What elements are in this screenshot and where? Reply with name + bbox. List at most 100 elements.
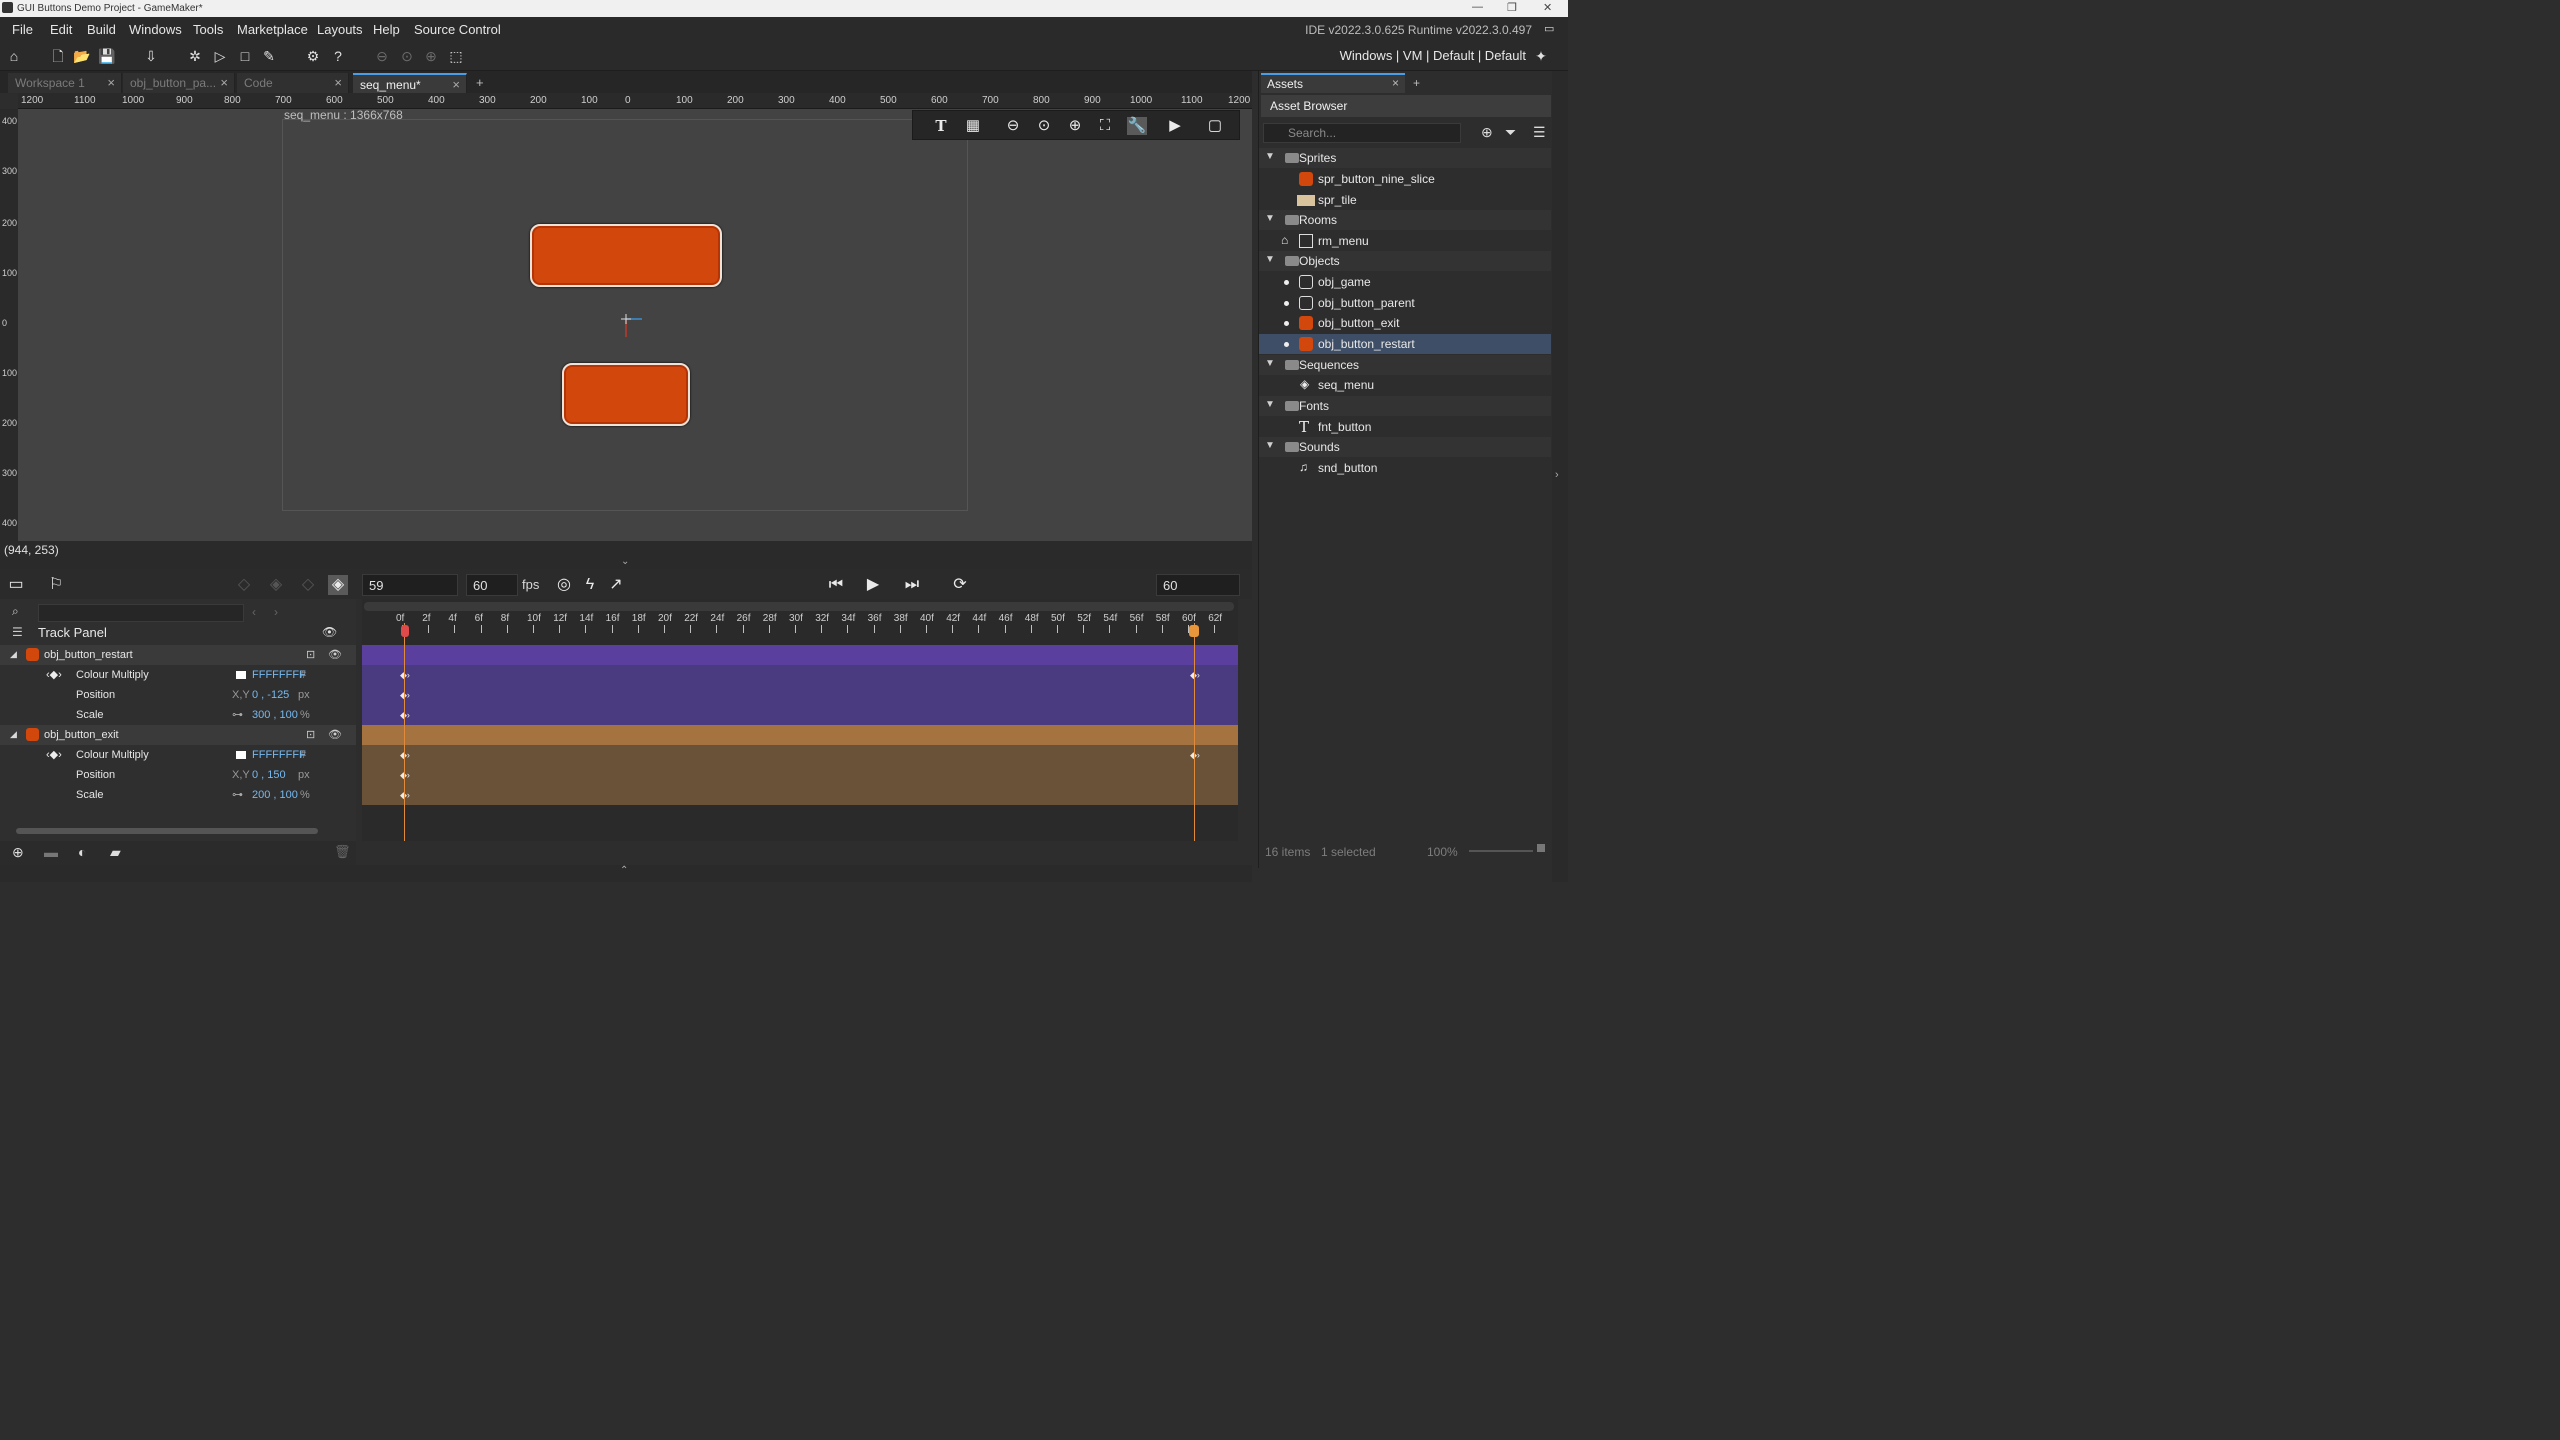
collapse-arrow-icon[interactable]: ▼: [1265, 358, 1275, 369]
asset-seq-menu[interactable]: ◈ seq_menu: [1259, 375, 1551, 395]
start-marker[interactable]: [404, 623, 405, 841]
add-track-icon[interactable]: ⊕: [12, 844, 24, 861]
close-window-icon[interactable]: ✕: [1543, 1, 1552, 14]
playhead-handle[interactable]: [1189, 625, 1199, 637]
group-sequences[interactable]: ▼ Sequences: [1259, 355, 1551, 375]
package-icon[interactable]: ⇩: [142, 47, 160, 65]
frame-toggle-icon[interactable]: ▢: [1205, 117, 1225, 135]
add-key-icon[interactable]: ◈: [266, 575, 286, 595]
start-marker-handle[interactable]: [401, 625, 409, 637]
settings-icon[interactable]: ⚙: [304, 47, 322, 65]
track-bar-restart[interactable]: [362, 645, 1238, 665]
param-row[interactable]: Scale ⊶ 300 , 100 %: [0, 705, 356, 725]
search-next-icon[interactable]: ›: [274, 605, 278, 619]
open-project-icon[interactable]: 📂: [73, 47, 91, 65]
tab-obj-button-parent[interactable]: obj_button_pa... ×: [123, 73, 235, 93]
target-selector[interactable]: Windows | VM | Default | Default: [1340, 48, 1526, 63]
tab-code[interactable]: Code ×: [237, 73, 349, 93]
collapse-arrow-icon[interactable]: ▼: [1265, 151, 1275, 162]
param-row[interactable]: Position X,Y 0 , 150 px: [0, 765, 356, 785]
close-tab-icon[interactable]: ×: [334, 75, 342, 90]
collapse-arrow-icon[interactable]: ▼: [1265, 399, 1275, 410]
track-row[interactable]: ◢ obj_button_restart ⊡ 👁: [0, 645, 356, 665]
menu-windows[interactable]: Windows: [129, 22, 182, 37]
param-row[interactable]: ‹◆› Colour Multiply FFFFFFFF #: [0, 665, 356, 685]
filter-icon[interactable]: ⏷: [1505, 124, 1516, 141]
expand-arrow-icon[interactable]: ◢: [10, 729, 17, 740]
menu-source-control[interactable]: Source Control: [414, 22, 501, 37]
next-key-icon[interactable]: ◇: [298, 575, 318, 595]
skip-end-icon[interactable]: ⏭: [902, 575, 922, 595]
asset-obj-button-restart[interactable]: obj_button_restart: [1259, 334, 1551, 354]
asset-search-input[interactable]: Search...: [1263, 123, 1461, 143]
wrench-icon[interactable]: 🔧: [1127, 117, 1147, 135]
prev-key-icon[interactable]: ◇: [234, 575, 254, 595]
restart-button-instance[interactable]: [530, 224, 722, 287]
delete-icon[interactable]: 🗑: [334, 844, 351, 860]
link-icon[interactable]: ⊶: [232, 708, 243, 721]
param-row[interactable]: Position X,Y 0 , -125 px: [0, 685, 356, 705]
zoom-out-icon[interactable]: ⊖: [373, 47, 391, 65]
current-frame-field[interactable]: 59: [362, 574, 458, 596]
fps-field[interactable]: 60: [466, 574, 518, 596]
target-settings-icon[interactable]: ✦: [1532, 47, 1550, 65]
menu-marketplace[interactable]: Marketplace: [237, 22, 308, 37]
play-icon[interactable]: ▶: [863, 575, 883, 595]
origin-gizmo-icon[interactable]: [618, 309, 644, 339]
lightning-icon[interactable]: ϟ: [580, 575, 600, 595]
exit-button-instance[interactable]: [562, 363, 690, 426]
param-bars-exit[interactable]: [362, 745, 1238, 805]
create-asset-icon[interactable]: ⊕: [1481, 124, 1493, 141]
record-keys-icon[interactable]: ◈: [328, 575, 348, 595]
param-bars-restart[interactable]: [362, 665, 1238, 725]
zoom-reset-icon[interactable]: ⊙: [1034, 117, 1054, 135]
group-objects[interactable]: ▼ Objects: [1259, 251, 1551, 271]
search-prev-icon[interactable]: ‹: [252, 605, 256, 619]
debug-icon[interactable]: ✲: [186, 47, 204, 65]
param-value[interactable]: 0 , -125: [252, 689, 289, 701]
param-value[interactable]: 0 , 150: [252, 769, 286, 781]
asset-obj-button-exit[interactable]: obj_button_exit: [1259, 313, 1551, 333]
zoom-reset-icon[interactable]: ⊙: [398, 47, 416, 65]
skip-start-icon[interactable]: ⏮: [826, 575, 846, 595]
text-tool-icon[interactable]: T: [931, 117, 951, 135]
side-collapse-strip[interactable]: ›: [1552, 71, 1568, 882]
track-search-input[interactable]: [38, 604, 244, 622]
zoom-slider[interactable]: [1469, 850, 1533, 852]
bottom-splitter[interactable]: ⌃: [0, 865, 1252, 882]
add-tab-icon[interactable]: +: [476, 75, 484, 90]
timeline-scrollbar[interactable]: [364, 602, 1234, 611]
track-panel-scrollbar[interactable]: [16, 828, 318, 834]
chat-icon[interactable]: ▭: [1544, 22, 1554, 35]
zoom-in-icon[interactable]: ⊕: [1065, 117, 1085, 135]
clean-icon[interactable]: ✎: [260, 47, 278, 65]
help-icon[interactable]: ?: [329, 47, 347, 65]
colour-swatch[interactable]: [236, 751, 246, 759]
close-tab-icon[interactable]: ×: [452, 77, 460, 92]
asset-obj-button-parent[interactable]: obj_button_parent: [1259, 293, 1551, 313]
param-row[interactable]: ‹◆› Colour Multiply FFFFFFFF #: [0, 745, 356, 765]
group-icon[interactable]: ▬: [44, 844, 58, 860]
menu-file[interactable]: File: [12, 22, 33, 37]
param-row[interactable]: Scale ⊶ 200 , 100 %: [0, 785, 356, 805]
asset-obj-game[interactable]: obj_game: [1259, 272, 1551, 292]
mask-icon[interactable]: ◐: [78, 844, 86, 860]
maximize-icon[interactable]: ❐: [1507, 1, 1517, 14]
group-fonts[interactable]: ▼ Fonts: [1259, 396, 1551, 416]
fit-view-icon[interactable]: ⛶: [1095, 117, 1115, 135]
menu-edit[interactable]: Edit: [50, 22, 72, 37]
sort-icon[interactable]: ☰: [12, 625, 23, 639]
visibility-icon[interactable]: 👁: [328, 728, 342, 741]
playback-speed-icon[interactable]: ◎: [554, 575, 574, 595]
asset-fnt-button[interactable]: T fnt_button: [1259, 417, 1551, 437]
timeline-ruler[interactable]: 0f 2f 4f 6f 8f 10f 12f 14f 16f 18f 20f 22f 24f 26f 28f…: [362, 611, 1238, 635]
group-sprites[interactable]: ▼ Sprites: [1259, 148, 1551, 168]
param-value[interactable]: FFFFFFFF: [252, 669, 306, 681]
group-rooms[interactable]: ▼ Rooms: [1259, 210, 1551, 230]
save-icon[interactable]: 💾: [98, 47, 116, 65]
loop-icon[interactable]: ⟳: [950, 575, 970, 595]
fullscreen-icon[interactable]: ⬚: [447, 47, 465, 65]
track-row[interactable]: ◢ obj_button_exit ⊡ 👁: [0, 725, 356, 745]
run-icon[interactable]: ▷: [211, 47, 229, 65]
playhead[interactable]: [1194, 623, 1195, 841]
